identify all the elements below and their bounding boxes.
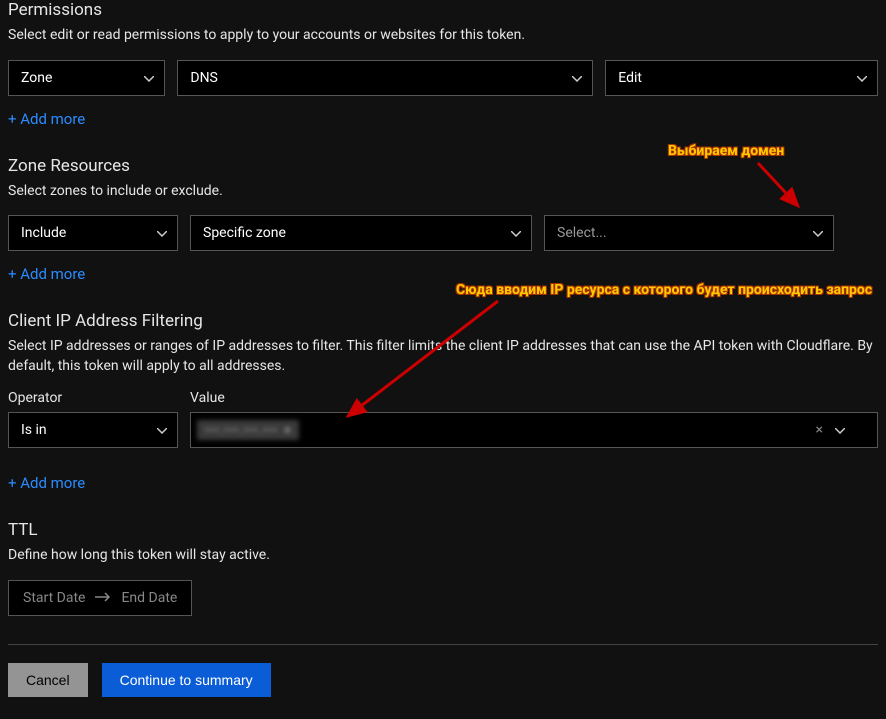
ip-tag: •••.•••.•••.••• × bbox=[197, 420, 299, 440]
permissions-add-more-link[interactable]: + Add more bbox=[8, 110, 85, 128]
chevron-down-icon bbox=[144, 70, 154, 86]
zone-resources-desc: Select zones to include or exclude. bbox=[8, 182, 878, 202]
chevron-down-icon bbox=[813, 225, 823, 241]
arrow-right-icon bbox=[95, 590, 111, 606]
ttl-daterange[interactable]: Start Date End Date bbox=[8, 580, 192, 616]
clear-icon[interactable]: × bbox=[816, 422, 823, 438]
operator-value: Is in bbox=[21, 422, 47, 438]
ip-filtering-desc: Select IP addresses or ranges of IP addr… bbox=[8, 337, 878, 376]
actions-row: Cancel Continue to summary bbox=[8, 663, 878, 697]
chevron-down-icon bbox=[511, 225, 521, 241]
value-label: Value bbox=[190, 390, 878, 406]
permissions-title: Permissions bbox=[8, 0, 878, 20]
operator-label: Operator bbox=[8, 390, 178, 406]
permissions-scope-value: Zone bbox=[21, 70, 52, 86]
ttl-title: TTL bbox=[8, 520, 878, 540]
permissions-scope-select[interactable]: Zone bbox=[8, 60, 165, 96]
permissions-resource-value: DNS bbox=[190, 70, 218, 86]
ip-add-more-link[interactable]: + Add more bbox=[8, 474, 85, 492]
close-icon[interactable]: × bbox=[284, 423, 291, 437]
ip-tag-text: •••.•••.•••.••• bbox=[205, 423, 278, 437]
zone-mode-select[interactable]: Include bbox=[8, 215, 178, 251]
chevron-down-icon bbox=[857, 70, 867, 86]
divider bbox=[8, 644, 878, 645]
zone-type-select[interactable]: Specific zone bbox=[190, 215, 532, 251]
zone-domain-placeholder: Select... bbox=[557, 225, 607, 241]
annotation-ip: Сюда вводим IP ресурса с которого будет … bbox=[456, 282, 872, 298]
chevron-down-icon bbox=[572, 70, 582, 86]
chevron-down-icon bbox=[157, 225, 167, 241]
chevron-down-icon bbox=[835, 422, 845, 438]
cancel-button[interactable]: Cancel bbox=[8, 663, 88, 697]
ip-filtering-section: Client IP Address Filtering Select IP ad… bbox=[8, 311, 878, 492]
zone-resources-title: Zone Resources bbox=[8, 156, 878, 176]
zone-mode-value: Include bbox=[21, 225, 66, 241]
permissions-resource-select[interactable]: DNS bbox=[177, 60, 593, 96]
operator-select[interactable]: Is in bbox=[8, 412, 178, 448]
continue-button[interactable]: Continue to summary bbox=[102, 663, 271, 697]
ttl-start: Start Date bbox=[23, 590, 85, 606]
zone-resources-section: Zone Resources Select zones to include o… bbox=[8, 156, 878, 284]
permissions-section: Permissions Select edit or read permissi… bbox=[8, 0, 878, 128]
zone-domain-select[interactable]: Select... bbox=[544, 215, 834, 251]
ip-filtering-title: Client IP Address Filtering bbox=[8, 311, 878, 331]
zone-type-value: Specific zone bbox=[203, 225, 286, 241]
permissions-level-value: Edit bbox=[618, 70, 642, 86]
permissions-level-select[interactable]: Edit bbox=[605, 60, 878, 96]
zone-add-more-link[interactable]: + Add more bbox=[8, 265, 85, 283]
ttl-section: TTL Define how long this token will stay… bbox=[8, 520, 878, 616]
ttl-desc: Define how long this token will stay act… bbox=[8, 546, 878, 566]
chevron-down-icon bbox=[157, 422, 167, 438]
ttl-end: End Date bbox=[121, 590, 177, 606]
ip-value-select[interactable]: •••.•••.•••.••• × × bbox=[190, 412, 878, 448]
permissions-desc: Select edit or read permissions to apply… bbox=[8, 26, 878, 46]
